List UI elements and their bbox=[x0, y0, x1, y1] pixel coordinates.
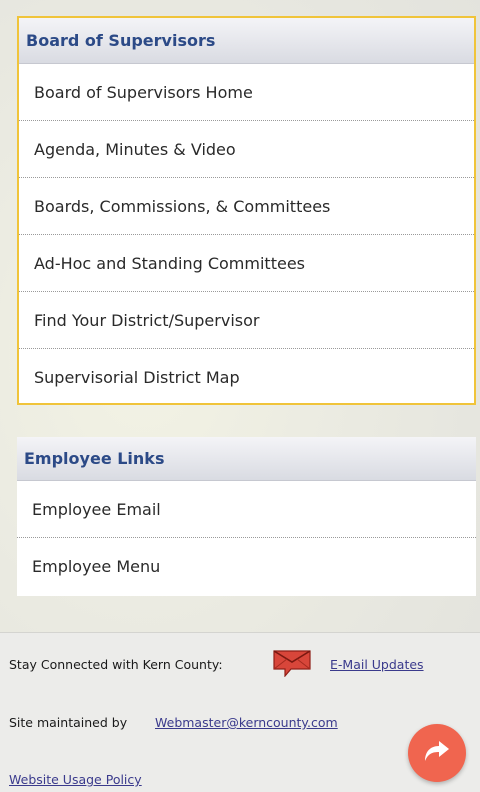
nav-item-employee-menu[interactable]: Employee Menu bbox=[17, 538, 476, 595]
maintained-by-label: Site maintained by bbox=[9, 715, 128, 730]
nav-item-district-map[interactable]: Supervisorial District Map bbox=[19, 349, 474, 406]
nav-item-agenda-minutes-video[interactable]: Agenda, Minutes & Video bbox=[19, 121, 474, 178]
webmaster-email-link[interactable]: Webmaster@kerncounty.com bbox=[155, 715, 338, 730]
nav-item-find-district[interactable]: Find Your District/Supervisor bbox=[19, 292, 474, 349]
employee-panel-header: Employee Links bbox=[17, 437, 476, 481]
share-arrow-icon bbox=[424, 740, 450, 766]
envelope-icon[interactable] bbox=[271, 647, 313, 680]
employee-links-panel: Employee Links Employee Email Employee M… bbox=[17, 437, 476, 596]
bos-panel-header: Board of Supervisors bbox=[19, 18, 474, 64]
nav-item-employee-email[interactable]: Employee Email bbox=[17, 481, 476, 538]
nav-item-bos-home[interactable]: Board of Supervisors Home bbox=[19, 64, 474, 121]
website-usage-policy-link[interactable]: Website Usage Policy bbox=[9, 772, 142, 787]
board-of-supervisors-panel: Board of Supervisors Board of Supervisor… bbox=[17, 16, 476, 405]
stay-connected-label: Stay Connected with Kern County: bbox=[9, 657, 223, 672]
nav-item-boards-commissions[interactable]: Boards, Commissions, & Committees bbox=[19, 178, 474, 235]
email-updates-link[interactable]: E-Mail Updates bbox=[330, 657, 424, 672]
share-button[interactable] bbox=[408, 724, 466, 782]
footer: Stay Connected with Kern County: E-Mail … bbox=[0, 632, 480, 792]
nav-item-adhoc-standing-committees[interactable]: Ad-Hoc and Standing Committees bbox=[19, 235, 474, 292]
